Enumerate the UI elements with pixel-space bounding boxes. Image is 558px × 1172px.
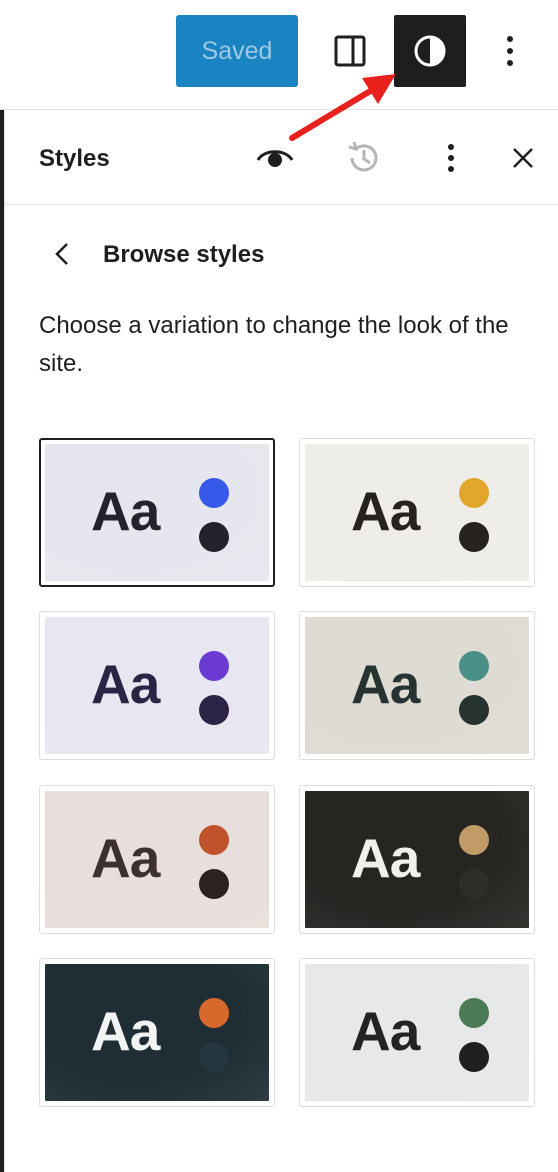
- variation-preview: Aa: [45, 791, 269, 928]
- style-variations-grid: Aa Aa Aa Aa Aa Aa Aa Aa: [39, 438, 535, 1108]
- browse-styles-title: Browse styles: [103, 241, 265, 268]
- browse-description: Choose a variation to change the look of…: [39, 312, 509, 377]
- annotation-arrow-icon: [289, 74, 396, 141]
- variation-preview: Aa: [305, 444, 529, 581]
- editor-top-toolbar: Saved: [0, 0, 558, 110]
- accent-color-swatch: [199, 825, 229, 855]
- variation-preview: Aa: [305, 617, 529, 754]
- style-variation-card[interactable]: Aa: [299, 438, 535, 587]
- typography-sample: Aa: [91, 653, 160, 715]
- base-color-swatch: [459, 1042, 489, 1072]
- typography-sample: Aa: [351, 653, 420, 715]
- accent-color-swatch: [459, 998, 489, 1028]
- style-variation-card[interactable]: Aa: [299, 958, 535, 1107]
- base-color-swatch: [459, 695, 489, 725]
- style-variation-card[interactable]: Aa: [299, 785, 535, 934]
- sidebar-title: Styles: [39, 145, 110, 172]
- base-color-swatch: [459, 869, 489, 899]
- base-color-swatch: [199, 522, 229, 552]
- browse-styles-nav: Browse styles: [5, 229, 558, 279]
- accent-color-swatch: [199, 998, 229, 1028]
- back-chevron-icon[interactable]: [41, 233, 83, 275]
- variation-preview: Aa: [45, 617, 269, 754]
- accent-color-swatch: [459, 478, 489, 508]
- base-color-swatch: [459, 522, 489, 552]
- typography-sample: Aa: [91, 480, 160, 542]
- style-variation-card[interactable]: Aa: [39, 785, 275, 934]
- accent-color-swatch: [459, 651, 489, 681]
- typography-sample: Aa: [351, 827, 420, 889]
- typography-sample: Aa: [351, 1000, 420, 1062]
- typography-sample: Aa: [91, 827, 160, 889]
- typography-sample: Aa: [91, 1000, 160, 1062]
- variation-preview: Aa: [45, 444, 269, 581]
- base-color-swatch: [199, 869, 229, 899]
- close-icon[interactable]: [499, 133, 547, 183]
- style-variation-card[interactable]: Aa: [39, 958, 275, 1107]
- style-variation-card[interactable]: Aa: [39, 438, 275, 587]
- variation-preview: Aa: [305, 791, 529, 928]
- more-options-icon[interactable]: [490, 22, 530, 80]
- styles-sidebar: Styles Browse styles Choose a variation …: [4, 111, 558, 1172]
- typography-sample: Aa: [351, 480, 420, 542]
- variation-preview: Aa: [45, 964, 269, 1101]
- accent-color-swatch: [199, 478, 229, 508]
- base-color-swatch: [199, 695, 229, 725]
- base-color-swatch: [199, 1042, 229, 1072]
- variation-preview: Aa: [305, 964, 529, 1101]
- more-vertical-icon[interactable]: [427, 133, 475, 183]
- accent-color-swatch: [199, 651, 229, 681]
- style-variation-card[interactable]: Aa: [39, 611, 275, 760]
- style-variation-card[interactable]: Aa: [299, 611, 535, 760]
- accent-color-swatch: [459, 825, 489, 855]
